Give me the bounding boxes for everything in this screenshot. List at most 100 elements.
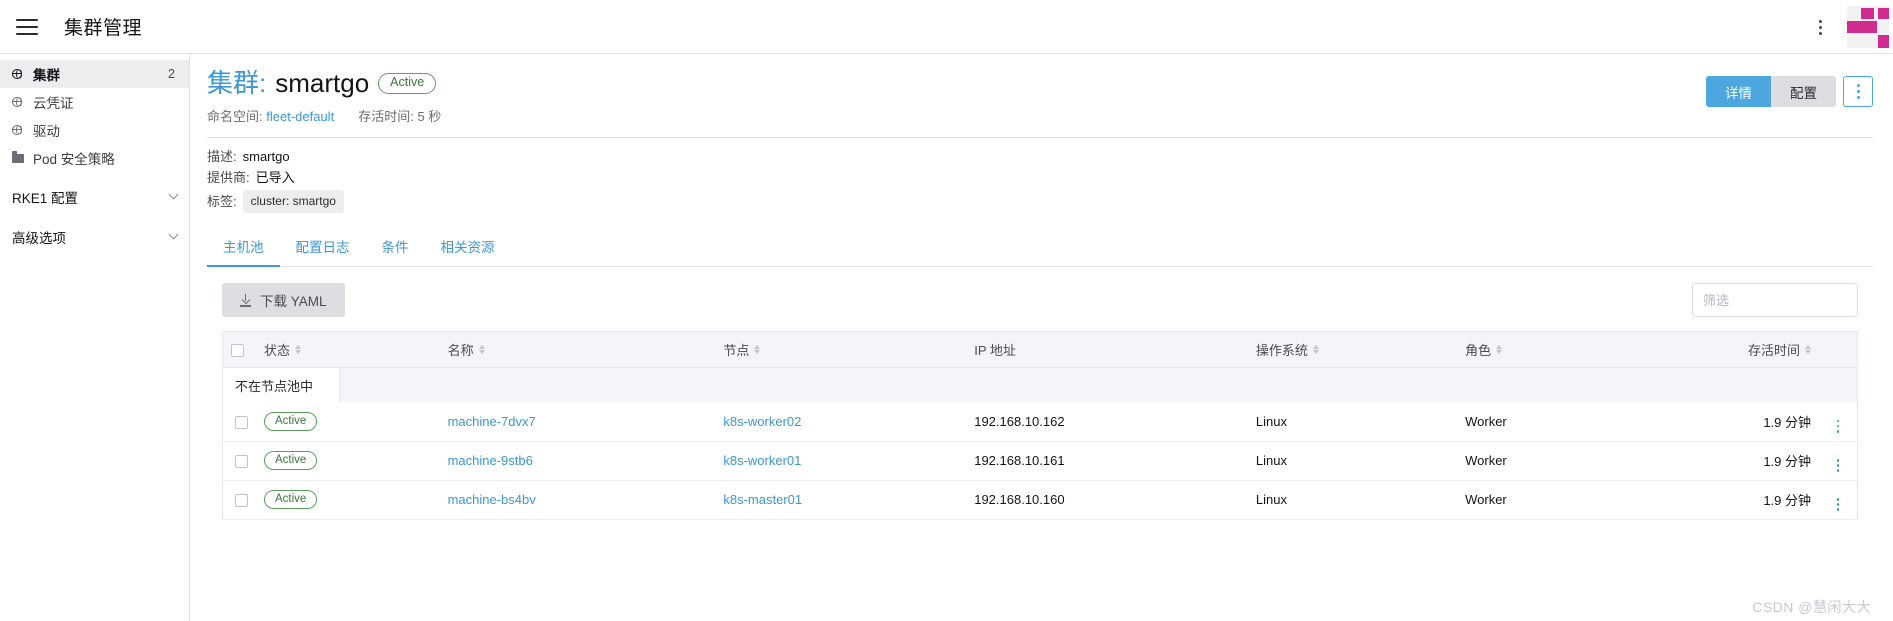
meta-label: 标签: (207, 194, 237, 210)
table-group-cell: 不在节点池中 (222, 367, 1858, 403)
sort-icon (1496, 345, 1503, 355)
row-age-cell: 1.9 分钟 (1609, 480, 1819, 520)
table-row[interactable]: Active machine-9stb6 k8s-worker01 192.16… (222, 441, 1858, 481)
filter-input[interactable] (1703, 292, 1847, 308)
tab-config-logs[interactable]: 配置日志 (280, 229, 366, 267)
page-title-prefix: 集群: (207, 68, 267, 98)
namespace-link[interactable]: fleet-default (266, 109, 334, 124)
column-actions (1819, 331, 1858, 369)
row-actions-cell (1819, 402, 1858, 442)
chevron-down-icon (168, 189, 179, 204)
sidebar-item-pod-security-policy[interactable]: Pod 安全策略 (0, 144, 189, 172)
row-os-cell: Linux (1247, 441, 1458, 481)
sort-icon (1805, 345, 1811, 355)
header-vertical-dots-icon[interactable] (1803, 9, 1837, 45)
table-row[interactable]: Active machine-bs4bv k8s-master01 192.16… (222, 480, 1858, 520)
row-name-cell: machine-9stb6 (439, 441, 716, 481)
watermark: CSDN @慧闲大大 (1752, 599, 1871, 615)
row-checkbox[interactable] (235, 415, 248, 429)
hamburger-menu-icon[interactable] (0, 0, 54, 54)
tab-related-resources[interactable]: 相关资源 (425, 229, 511, 267)
row-actions-cell (1819, 480, 1858, 520)
column-os[interactable]: 操作系统 (1247, 331, 1458, 369)
age-field: 存活时间: 5 秒 (358, 106, 441, 125)
meta-row-description: 描述: smartgo (207, 148, 1873, 165)
column-header-label: 操作系统 (1255, 343, 1308, 359)
detail-button[interactable]: 详情 (1706, 76, 1771, 107)
row-checkbox[interactable] (235, 455, 248, 469)
row-vertical-dots-icon[interactable] (1827, 498, 1849, 511)
row-status-cell: Active (256, 441, 440, 481)
sidebar-item-cloud-credentials[interactable]: 云凭证 (0, 88, 189, 116)
download-icon (240, 293, 251, 307)
sidebar-item-clusters[interactable]: 集群 2 (0, 60, 189, 88)
column-status[interactable]: 状态 (256, 331, 440, 369)
page-header-title: 集群管理 (64, 18, 143, 39)
sidebar-item-label: 驱动 (33, 124, 60, 139)
tab-machine-pools[interactable]: 主机池 (207, 229, 280, 268)
tab-conditions[interactable]: 条件 (366, 229, 425, 267)
age-value: 5 秒 (417, 109, 442, 125)
sidebar: 集群 2 云凭证 驱动 Pod 安全策略 RKE1 配置 高级选项 (0, 54, 190, 621)
sidebar-group-label: RKE1 配置 (12, 191, 79, 206)
globe-icon (11, 68, 28, 79)
table-toolbar: 下载 YAML (222, 283, 1858, 318)
sidebar-item-label: Pod 安全策略 (33, 152, 115, 167)
row-vertical-dots-icon[interactable] (1827, 459, 1849, 472)
cluster-meta: 描述: smartgo 提供商: 已导入 标签: cluster: smartg… (207, 138, 1873, 214)
machines-table: 状态 名称 节点 IP 地址 操作系统 角色 存活时间 不在节点池中 Activ… (222, 331, 1858, 520)
machine-name-link[interactable]: machine-bs4bv (448, 492, 536, 507)
column-age[interactable]: 存活时间 (1609, 331, 1819, 369)
page-subtitle: 命名空间: fleet-default 存活时间: 5 秒 (207, 106, 1706, 125)
page-title-row: 集群: smartgo Active 命名空间: fleet-default 存… (207, 54, 1873, 125)
tab-bar: 主机池 配置日志 条件 相关资源 (207, 229, 1873, 268)
sidebar-item-count: 2 (168, 67, 175, 81)
column-header-label: 状态 (264, 343, 291, 359)
row-role-cell: Worker (1457, 480, 1610, 520)
table-head: 状态 名称 节点 IP 地址 操作系统 角色 存活时间 (222, 331, 1858, 369)
column-header-label: IP 地址 (974, 343, 1016, 359)
sort-icon (478, 345, 485, 355)
page-actions-vertical-dots-icon[interactable] (1843, 76, 1873, 107)
table-header-row: 状态 名称 节点 IP 地址 操作系统 角色 存活时间 (222, 331, 1858, 369)
machine-name-link[interactable]: machine-7dvx7 (448, 414, 536, 429)
main-content: 集群: smartgo Active 命名空间: fleet-default 存… (190, 54, 1893, 621)
node-name-link[interactable]: k8s-master01 (723, 492, 802, 507)
machine-name-link[interactable]: machine-9stb6 (448, 453, 533, 468)
node-name-link[interactable]: k8s-worker01 (723, 453, 801, 468)
sidebar-item-drivers[interactable]: 驱动 (0, 116, 189, 144)
status-badge: Active (264, 451, 318, 471)
column-header-label: 角色 (1465, 343, 1492, 359)
row-checkbox[interactable] (235, 494, 248, 508)
row-age-cell: 1.9 分钟 (1609, 402, 1819, 442)
download-yaml-button[interactable]: 下载 YAML (222, 283, 345, 318)
globe-icon (11, 96, 28, 107)
row-vertical-dots-icon[interactable] (1827, 419, 1849, 433)
globe-icon (11, 124, 28, 135)
column-name[interactable]: 名称 (439, 331, 716, 369)
meta-row-labels: 标签: cluster: smartgo (207, 190, 1873, 214)
body: 集群 2 云凭证 驱动 Pod 安全策略 RKE1 配置 高级选项 集群: sm… (0, 54, 1893, 621)
node-name-link[interactable]: k8s-worker02 (723, 414, 801, 429)
row-status-cell: Active (256, 402, 440, 442)
config-button[interactable]: 配置 (1771, 76, 1836, 107)
select-all-checkbox[interactable] (231, 344, 244, 358)
select-all-header (222, 331, 256, 369)
column-header-label: 节点 (723, 343, 750, 359)
sidebar-group-advanced[interactable]: 高级选项 (0, 222, 189, 252)
table-row[interactable]: Active machine-7dvx7 k8s-worker02 192.16… (222, 402, 1858, 442)
row-select-cell (222, 480, 256, 520)
row-node-cell: k8s-master01 (715, 480, 967, 520)
column-role[interactable]: 角色 (1457, 331, 1610, 369)
row-os-cell: Linux (1247, 480, 1458, 520)
sidebar-group-rke1-config[interactable]: RKE1 配置 (0, 182, 189, 212)
sort-icon (295, 345, 302, 355)
status-badge: Active (378, 73, 437, 94)
row-node-cell: k8s-worker02 (715, 402, 967, 442)
brand-logo (1847, 6, 1889, 48)
table-group-label: 不在节点池中 (223, 368, 341, 403)
column-node[interactable]: 节点 (715, 331, 967, 369)
sidebar-group-label: 高级选项 (12, 231, 66, 246)
meta-row-provider: 提供商: 已导入 (207, 169, 1873, 186)
row-age-cell: 1.9 分钟 (1609, 441, 1819, 481)
